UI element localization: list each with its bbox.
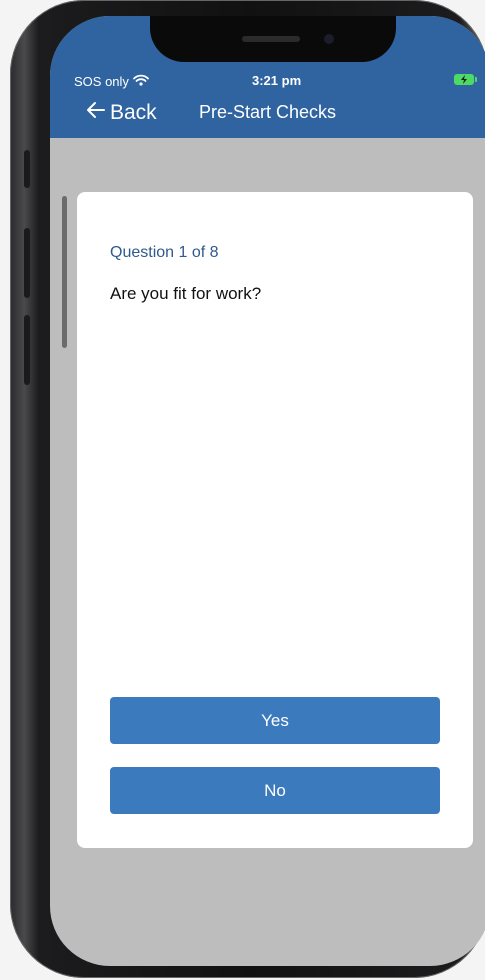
no-button[interactable]: No (110, 767, 440, 814)
phone-frame: SOS only 3:21 pm Back Pre-Start Checks Q… (10, 0, 485, 978)
status-time: 3:21 pm (252, 73, 302, 88)
speaker-grille (242, 36, 300, 42)
notch (150, 16, 396, 62)
app-header: SOS only 3:21 pm Back Pre-Start Checks (50, 16, 485, 138)
question-card: Question 1 of 8 Are you fit for work? Ye… (77, 192, 473, 848)
question-counter: Question 1 of 8 (110, 244, 219, 261)
mute-switch (24, 150, 30, 188)
battery-charging-icon (454, 74, 477, 85)
status-bar-left: SOS only (74, 74, 149, 89)
page-title: Pre-Start Checks (199, 102, 337, 122)
volume-up-button (24, 228, 30, 298)
back-button[interactable]: Back (86, 101, 157, 125)
back-label: Back (110, 101, 157, 124)
back-arrow-icon (86, 101, 106, 125)
carrier-text: SOS only (74, 74, 129, 89)
front-camera (324, 34, 334, 44)
wifi-icon (133, 74, 149, 89)
question-text: Are you fit for work? (110, 284, 262, 303)
scrollbar[interactable] (62, 196, 67, 348)
app-screen: SOS only 3:21 pm Back Pre-Start Checks Q… (50, 16, 485, 966)
volume-down-button (24, 315, 30, 385)
yes-button[interactable]: Yes (110, 697, 440, 744)
